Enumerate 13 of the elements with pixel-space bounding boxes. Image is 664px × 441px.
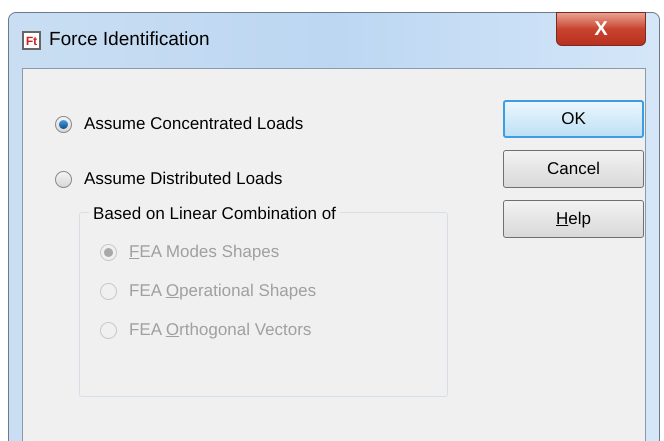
radio-label: Assume Concentrated Loads xyxy=(84,113,304,136)
close-button[interactable]: X xyxy=(556,12,646,46)
radio-button[interactable] xyxy=(55,170,72,188)
radio-label: Assume Distributed Loads xyxy=(84,168,282,190)
window-title: Force Identification xyxy=(49,28,210,52)
radio-label: FEA Operational Shapes xyxy=(129,280,316,302)
app-icon: Ft xyxy=(22,31,41,50)
dialog-button[interactable]: Help xyxy=(503,200,644,238)
dialog-button[interactable]: Cancel xyxy=(503,150,644,188)
radio-button[interactable] xyxy=(55,116,72,132)
dialog-button[interactable]: OK xyxy=(503,100,644,138)
radio-label: FEA Orthogonal Vectors xyxy=(129,319,312,342)
radio-label: FEA Modes Shapes xyxy=(129,241,280,264)
